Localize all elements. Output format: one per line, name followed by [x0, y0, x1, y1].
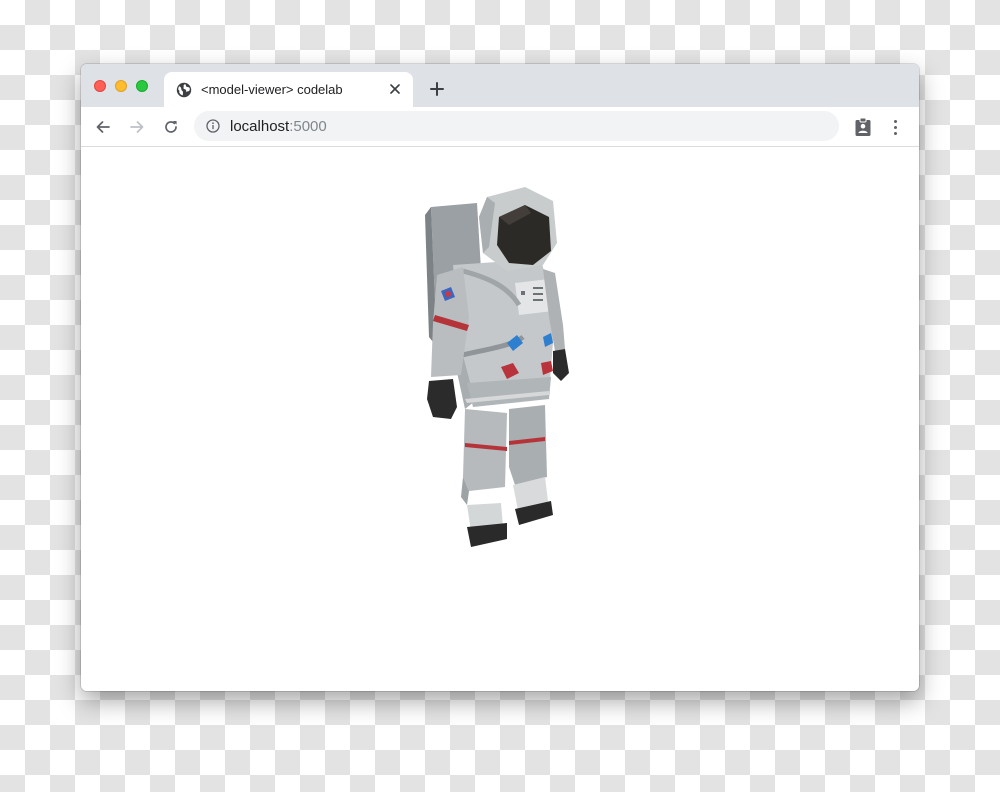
address-bar[interactable]: localhost:5000: [194, 111, 839, 141]
menu-dot: [893, 131, 897, 135]
url-host: localhost: [230, 118, 290, 135]
globe-icon: [176, 82, 192, 98]
title-bar: <model-viewer> codelab: [81, 64, 919, 107]
close-icon: [390, 84, 400, 94]
reload-icon: [165, 121, 177, 133]
info-icon[interactable]: [206, 119, 220, 133]
clipboard-account-icon[interactable]: [853, 117, 873, 137]
browser-toolbar: localhost:5000: [81, 107, 919, 147]
url-port: :5000: [289, 118, 327, 135]
new-tab-button[interactable]: [425, 77, 449, 101]
plus-icon: [430, 82, 444, 96]
browser-tab[interactable]: <model-viewer> codelab: [164, 72, 413, 107]
back-button[interactable]: [90, 114, 116, 140]
reload-button[interactable]: [158, 114, 184, 140]
arrow-left-icon: [96, 121, 110, 133]
menu-dot: [893, 119, 897, 123]
forward-button[interactable]: [124, 114, 150, 140]
astronaut-3d-model[interactable]: [415, 187, 585, 557]
url-text: localhost:5000: [230, 118, 327, 135]
page-content: [81, 147, 919, 691]
window-close-button[interactable]: [94, 80, 106, 92]
arrow-right-icon: [130, 121, 144, 133]
browser-window: <model-viewer> codelab localhost:5000: [81, 64, 919, 691]
kebab-menu-icon[interactable]: [887, 116, 903, 138]
tab-close-button[interactable]: [385, 79, 405, 99]
menu-dot: [893, 125, 897, 129]
window-zoom-button[interactable]: [136, 80, 148, 92]
tab-title: <model-viewer> codelab: [201, 82, 343, 97]
window-minimize-button[interactable]: [115, 80, 127, 92]
